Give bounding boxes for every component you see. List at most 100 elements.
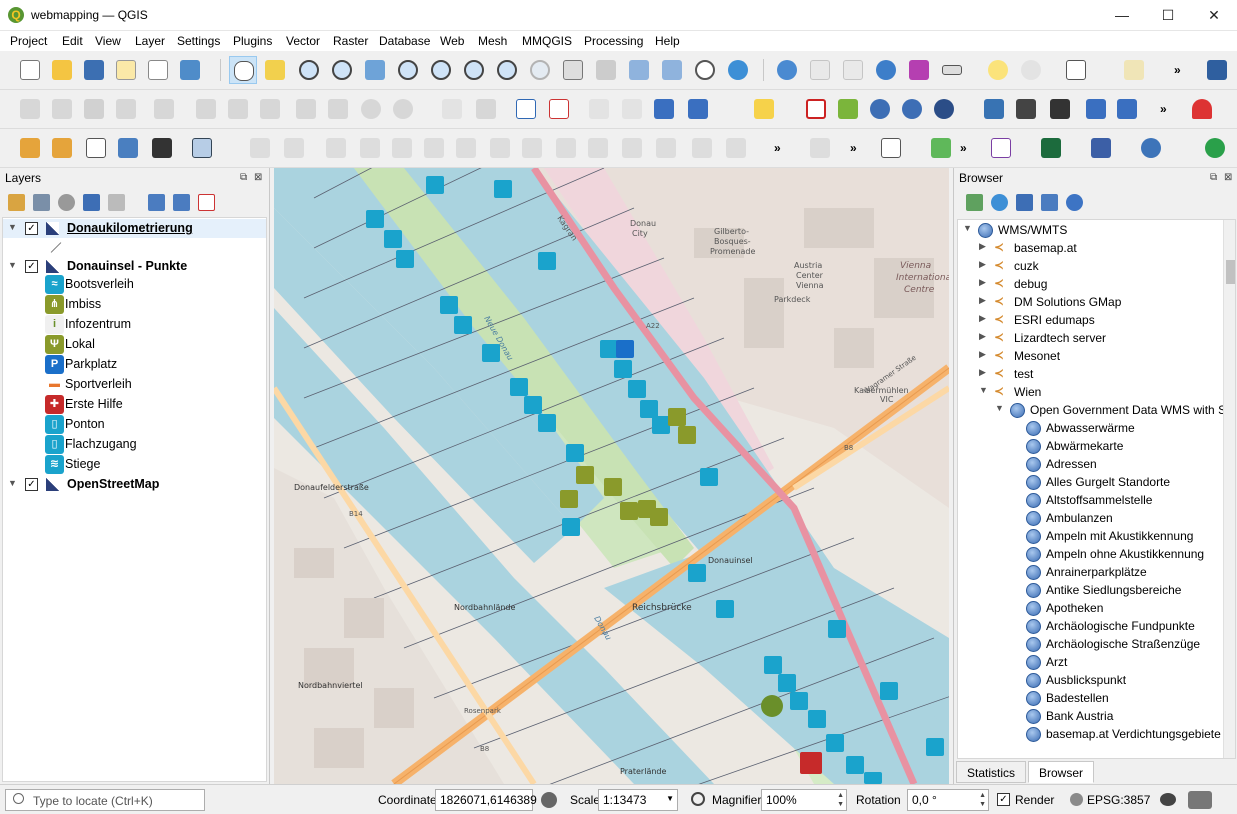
zoom-to-layer-button[interactable] xyxy=(427,56,455,84)
browser-server-item[interactable]: ▼ ≺ Wien xyxy=(958,383,1223,401)
ipython-button[interactable] xyxy=(1046,95,1074,123)
save-edits-button[interactable] xyxy=(80,95,108,123)
layer-visibility-checkbox[interactable]: ✓ xyxy=(25,222,38,235)
new-project-button[interactable] xyxy=(16,56,44,84)
render-checkbox[interactable]: ✓ xyxy=(997,793,1010,806)
browser-item-wms-wmts[interactable]: ▼ WMS/WMTS xyxy=(958,221,1223,239)
pan-map-button[interactable] xyxy=(229,56,257,84)
toolbar-overflow-button[interactable]: » xyxy=(1174,63,1181,77)
delete-ring-button[interactable] xyxy=(552,134,580,162)
locator-button[interactable] xyxy=(927,134,955,162)
menu-mmqgis[interactable]: MMQGIS xyxy=(522,34,572,48)
undo-button[interactable] xyxy=(357,95,385,123)
collapse-arrow-icon[interactable]: ▼ xyxy=(8,260,17,270)
legend-item[interactable]: ≋ Stiege xyxy=(3,455,266,474)
lock-scale-icon[interactable] xyxy=(691,792,705,806)
triangle-plugin-button[interactable] xyxy=(834,95,862,123)
tab-browser[interactable]: Browser xyxy=(1028,761,1095,783)
new-map-view-button[interactable] xyxy=(559,56,587,84)
toolbar-overflow-button[interactable]: » xyxy=(774,141,781,155)
browser-wms-layer[interactable]: Archäologische Fundpunkte xyxy=(958,617,1223,635)
toolbar-overflow-button[interactable]: » xyxy=(960,141,967,155)
mouse-icon[interactable] xyxy=(541,792,557,808)
redo-button[interactable] xyxy=(389,95,417,123)
browser-server-item[interactable]: ▶ ≺ Lizardtech server xyxy=(958,329,1223,347)
close-button[interactable]: ✕ xyxy=(1191,0,1237,31)
browser-server-item[interactable]: ▶ ≺ test xyxy=(958,365,1223,383)
collapse-arrow-icon[interactable]: ▼ xyxy=(8,222,17,232)
select-by-polygon-button[interactable] xyxy=(246,134,274,162)
layer-labeling-button[interactable] xyxy=(438,95,466,123)
legend-item[interactable]: ▯ Flachzugang xyxy=(3,435,266,454)
browser-wms-layer[interactable]: Archäologische Straßenzüge xyxy=(958,635,1223,653)
minimize-button[interactable]: — xyxy=(1099,0,1145,31)
add-raster-layer-button[interactable] xyxy=(148,134,176,162)
expand-arrow-icon[interactable]: ▶ xyxy=(979,367,986,378)
menu-edit[interactable]: Edit xyxy=(62,34,83,48)
menu-processing[interactable]: Processing xyxy=(584,34,643,48)
refresh-icon[interactable] xyxy=(991,194,1008,211)
style-panel-icon[interactable] xyxy=(8,194,25,211)
scale-field[interactable]: 1:13473 ▼ xyxy=(598,789,678,811)
magnifier-field[interactable]: 100% ▲ ▼ xyxy=(761,789,847,811)
collapse-all-icon[interactable] xyxy=(173,194,190,211)
map-canvas[interactable]: Kagran Donau City Gilberto- Bosques- Pro… xyxy=(274,168,949,784)
browser-server-item[interactable]: ▶ ≺ cuzk xyxy=(958,257,1223,275)
help-button[interactable] xyxy=(1203,56,1231,84)
chevron-down-icon[interactable]: ▼ xyxy=(666,794,674,803)
kmz-export-button[interactable] xyxy=(1113,95,1141,123)
split-parts-button[interactable] xyxy=(722,134,750,162)
browser-wms-layer[interactable]: Ambulanzen xyxy=(958,509,1223,527)
browser-wms-layer[interactable]: Badestellen xyxy=(958,689,1223,707)
menu-mesh[interactable]: Mesh xyxy=(478,34,507,48)
select-features-button[interactable] xyxy=(1120,56,1148,84)
shape-tool-button[interactable] xyxy=(322,134,350,162)
add-selected-layers-icon[interactable] xyxy=(966,194,983,211)
browser-service-item[interactable]: ▼ Open Government Data WMS with S xyxy=(958,401,1226,419)
collapse-arrow-icon[interactable]: ▼ xyxy=(995,403,1004,413)
toggle-editing-button[interactable] xyxy=(48,95,76,123)
measure-line-button[interactable] xyxy=(938,56,966,84)
rotate-feature-button[interactable] xyxy=(652,134,680,162)
show-bookmarks-button[interactable] xyxy=(658,56,686,84)
copy-features-button[interactable] xyxy=(292,95,320,123)
browser-wms-layer[interactable]: Abwasserwärme xyxy=(958,419,1223,437)
add-wms-button[interactable] xyxy=(866,95,894,123)
locator-input[interactable]: Type to locate (Ctrl+K) xyxy=(5,789,205,811)
rotation-field[interactable]: 0,0 ° ▲ ▼ xyxy=(907,789,989,811)
expand-arrow-icon[interactable]: ▶ xyxy=(979,277,986,288)
legend-item[interactable]: ≈ Bootsverleih xyxy=(3,275,266,294)
simplify-button[interactable] xyxy=(618,134,646,162)
menu-view[interactable]: View xyxy=(95,34,121,48)
refresh-button[interactable] xyxy=(724,56,752,84)
expand-arrow-icon[interactable]: ▶ xyxy=(979,241,986,252)
browser-wms-layer[interactable]: basemap.at Verdichtungsgebiete xyxy=(958,725,1223,743)
add-group-icon[interactable] xyxy=(33,194,50,211)
digitize-button[interactable] xyxy=(114,134,142,162)
menu-plugins[interactable]: Plugins xyxy=(233,34,272,48)
browser-wms-layer[interactable]: Ampeln ohne Akustikkennung xyxy=(958,545,1223,563)
save-project-button[interactable] xyxy=(80,56,108,84)
browser-wms-layer[interactable]: Ausblickspunkt xyxy=(958,671,1223,689)
expand-arrow-icon[interactable]: ▶ xyxy=(979,295,986,306)
maximize-button[interactable]: ☐ xyxy=(1145,0,1191,31)
float-panel-icon[interactable]: ⧉ xyxy=(1210,172,1217,183)
add-wfs-button[interactable] xyxy=(898,95,926,123)
cut-features-button[interactable] xyxy=(256,95,284,123)
close-panel-icon[interactable]: ⊠ xyxy=(254,172,262,183)
processing-toolbox-button[interactable] xyxy=(872,56,900,84)
zoom-next-button[interactable] xyxy=(526,56,554,84)
binoculars-button[interactable] xyxy=(1012,95,1040,123)
zoom-full-button[interactable] xyxy=(361,56,389,84)
browser-server-item[interactable]: ▶ ≺ debug xyxy=(958,275,1223,293)
menu-database[interactable]: Database xyxy=(379,34,430,48)
modify-attributes-button[interactable] xyxy=(192,95,220,123)
zoom-in-button[interactable] xyxy=(295,56,323,84)
new-print-layout-button[interactable] xyxy=(112,56,140,84)
expand-arrow-icon[interactable]: ▶ xyxy=(979,259,986,270)
add-kml-button[interactable] xyxy=(650,95,678,123)
layer-visibility-checkbox[interactable]: ✓ xyxy=(25,478,38,491)
filter-icon[interactable] xyxy=(1016,194,1033,211)
new-3d-view-button[interactable] xyxy=(592,56,620,84)
merge-features-button[interactable] xyxy=(388,134,416,162)
